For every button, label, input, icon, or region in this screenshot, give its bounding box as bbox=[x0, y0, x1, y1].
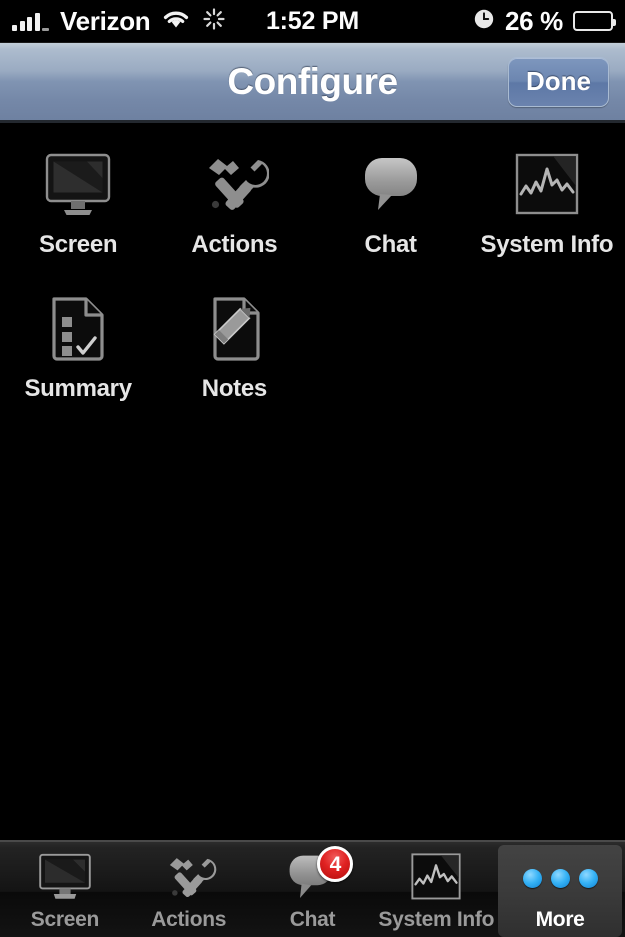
tab-label: System Info bbox=[378, 908, 495, 931]
configure-grid: Screen Actions Chat System Info Summary … bbox=[0, 149, 625, 403]
tab-label: Chat bbox=[289, 908, 336, 931]
chat-badge-count: 4 bbox=[329, 852, 342, 876]
battery-icon bbox=[573, 11, 616, 31]
grid-item-system-info[interactable]: System Info bbox=[469, 149, 625, 259]
grid-item-label: Screen bbox=[38, 231, 118, 258]
page-title: Configure bbox=[227, 60, 398, 102]
status-bar-right: 26 % bbox=[473, 0, 616, 42]
document-pencil-icon bbox=[198, 293, 270, 365]
done-button-label: Done bbox=[526, 66, 591, 96]
graph-square-icon bbox=[511, 149, 583, 221]
app-root: Verizon 1:52 PM 26 % Configure Done Scre… bbox=[0, 0, 625, 937]
document-checklist-icon bbox=[42, 293, 114, 365]
hammer-wrench-icon bbox=[160, 851, 218, 905]
tab-label: More bbox=[535, 908, 585, 931]
grid-item-summary[interactable]: Summary bbox=[0, 293, 156, 403]
speech-bubble-icon bbox=[355, 149, 427, 221]
grid-item-label: Notes bbox=[201, 375, 267, 402]
alarm-clock-icon bbox=[473, 8, 495, 35]
grid-item-screen[interactable]: Screen bbox=[0, 149, 156, 259]
wifi-icon bbox=[161, 8, 191, 35]
graph-square-icon bbox=[407, 851, 465, 905]
grid-item-label: Summary bbox=[24, 375, 132, 402]
tab-chat[interactable]: 4 Chat bbox=[251, 845, 375, 937]
tab-actions[interactable]: Actions bbox=[127, 845, 251, 937]
hammer-wrench-icon bbox=[198, 149, 270, 221]
grid-item-chat[interactable]: Chat bbox=[313, 149, 469, 259]
configure-grid-area: Screen Actions Chat System Info Summary … bbox=[0, 123, 625, 840]
tab-bar: Screen Actions 4 Chat System Info More bbox=[0, 840, 625, 937]
done-button[interactable]: Done bbox=[508, 56, 609, 107]
tab-label: Actions bbox=[151, 908, 227, 931]
clock-label: 1:52 PM bbox=[265, 6, 360, 35]
grid-item-label: Actions bbox=[191, 231, 278, 258]
activity-spinner-icon bbox=[202, 7, 226, 36]
tab-label: Screen bbox=[30, 908, 100, 931]
status-bar: Verizon 1:52 PM 26 % bbox=[0, 0, 625, 43]
status-bar-left: Verizon bbox=[12, 7, 226, 36]
grid-item-actions[interactable]: Actions bbox=[156, 149, 312, 259]
tab-screen[interactable]: Screen bbox=[3, 845, 127, 937]
grid-item-label: Chat bbox=[364, 231, 417, 258]
tab-more[interactable]: More bbox=[498, 845, 622, 937]
carrier-label: Verizon bbox=[60, 6, 151, 36]
speech-bubble-icon: 4 bbox=[283, 846, 354, 905]
chat-badge: 4 bbox=[317, 846, 354, 882]
tab-system-info[interactable]: System Info bbox=[374, 845, 498, 937]
monitor-icon bbox=[42, 149, 114, 221]
battery-percent-label: 26 % bbox=[504, 6, 563, 36]
grid-item-label: System Info bbox=[480, 231, 614, 258]
signal-bars-icon bbox=[12, 11, 49, 31]
navigation-bar: Configure Done bbox=[0, 43, 625, 123]
monitor-icon bbox=[36, 851, 94, 905]
grid-item-notes[interactable]: Notes bbox=[156, 293, 312, 403]
more-dots-icon bbox=[522, 851, 598, 905]
